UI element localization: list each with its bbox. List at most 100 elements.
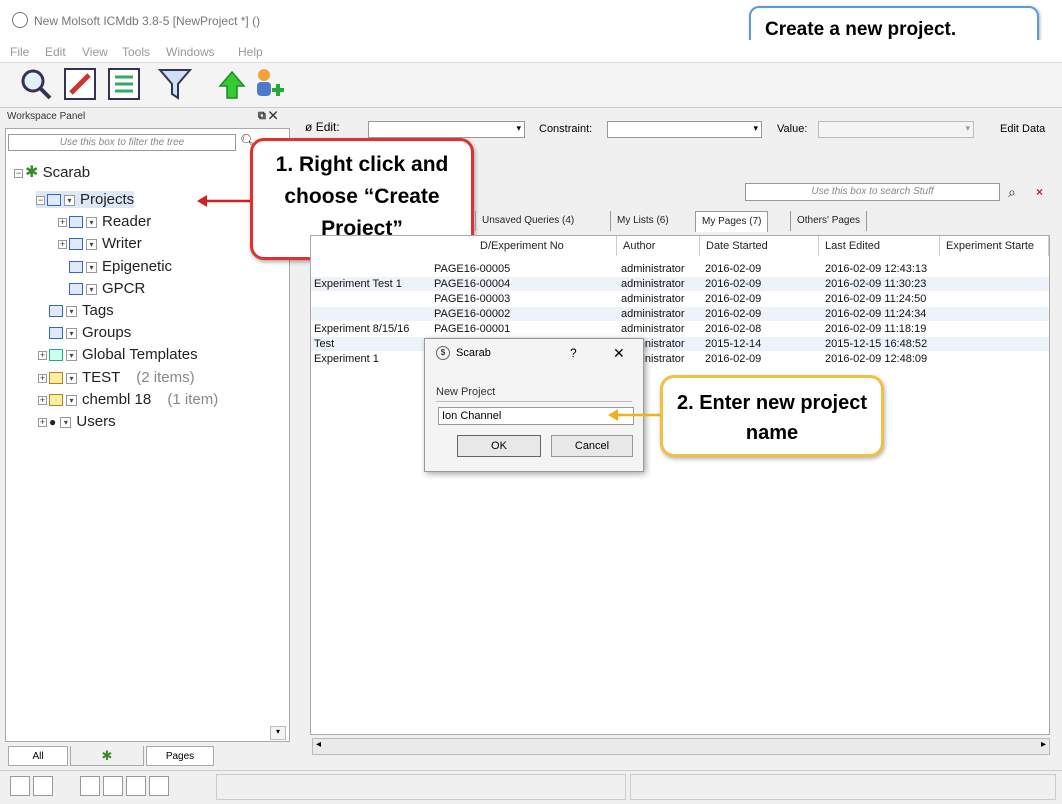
pencil-edit-icon	[64, 68, 96, 100]
tree-item-writer[interactable]: + ▾ Writer	[58, 235, 142, 252]
expand-icon[interactable]: +	[38, 395, 47, 405]
column-header-last-edited[interactable]: Last Edited	[819, 236, 940, 256]
database-icon	[49, 394, 63, 407]
dropdown-icon[interactable]: ▾	[965, 123, 970, 134]
filter-tool-button[interactable]	[157, 66, 193, 102]
menu-windows[interactable]: Windows	[166, 45, 215, 59]
chevron-down-icon[interactable]: ▾	[86, 261, 97, 273]
tab-unsaved-queries[interactable]: Unsaved Queries (4)	[475, 211, 580, 231]
project-name-input[interactable]: Ion Channel	[438, 407, 634, 425]
edit-label: Edit:	[315, 120, 340, 134]
dropdown-icon[interactable]: ▾	[516, 123, 521, 134]
tree-item-chembl[interactable]: + ▾ chembl 18 (1 item)	[38, 391, 218, 408]
cell-author: administrator	[621, 308, 685, 320]
chevron-down-icon[interactable]: ▾	[66, 349, 77, 361]
list-tool-button[interactable]	[106, 66, 142, 102]
chevron-down-icon[interactable]: ▾	[66, 394, 77, 406]
tab-all[interactable]: All	[8, 746, 68, 766]
window-icon[interactable]	[103, 776, 123, 796]
edit-field-select[interactable]: ▾	[368, 121, 525, 138]
tree-item-epigenetic[interactable]: ▾ Epigenetic	[69, 258, 172, 275]
float-panel-icon[interactable]: ⧉ ✕	[258, 110, 277, 123]
tree-item-gpcr[interactable]: ▾ GPCR	[69, 280, 145, 297]
settings-gear-icon[interactable]	[149, 776, 169, 796]
up-arrow-icon	[218, 70, 246, 99]
column-header-author[interactable]: Author	[617, 236, 700, 256]
edit-tool-button[interactable]	[62, 66, 98, 102]
menu-help[interactable]: Help	[238, 45, 263, 59]
chevron-down-icon[interactable]: ▾	[66, 305, 77, 317]
tab-scarab[interactable]: ✱	[70, 746, 144, 766]
globe-icon[interactable]	[33, 776, 53, 796]
dialog-close-button[interactable]: ✕	[613, 345, 625, 362]
tree-item-test[interactable]: + ▾ TEST (2 items)	[38, 369, 195, 386]
tree-item-tags[interactable]: ▾ Tags	[49, 302, 114, 319]
tab-others-pages[interactable]: Others' Pages	[790, 211, 868, 231]
search-tool-button[interactable]	[18, 66, 54, 102]
tab-my-lists[interactable]: My Lists (6)	[610, 211, 675, 231]
chevron-down-icon[interactable]: ▾	[86, 216, 97, 228]
chevron-down-icon[interactable]: ▾	[66, 372, 77, 384]
menu-view[interactable]: View	[82, 45, 108, 59]
funnel-filter-icon	[157, 69, 193, 100]
stuff-search-input[interactable]: Use this box to search Stuff	[745, 183, 1000, 201]
column-header-experiment-started[interactable]: Experiment Starte	[940, 236, 1049, 256]
expand-icon[interactable]: +	[38, 417, 47, 427]
expand-icon[interactable]: +	[38, 350, 47, 360]
cell-author: administrator	[621, 263, 685, 275]
tree-scroll-down-icon[interactable]: ▾	[270, 726, 286, 740]
project-icon	[69, 283, 83, 296]
value-input[interactable]: ▾	[818, 121, 974, 138]
tree-item-users[interactable]: + ● ▾ Users	[38, 413, 116, 430]
table-row[interactable]: PAGE16-00005	[434, 263, 510, 275]
column-header-id[interactable]: D/Experiment No	[474, 236, 617, 256]
chevron-down-icon[interactable]: ▾	[60, 416, 72, 428]
dropdown-icon[interactable]: ▾	[753, 123, 758, 134]
collapse-icon[interactable]: −	[14, 168, 23, 178]
expand-icon[interactable]: +	[38, 373, 47, 383]
tab-pages[interactable]: Pages	[146, 746, 214, 766]
cancel-button[interactable]: Cancel	[551, 435, 633, 457]
tree-item-global-templates[interactable]: + ▾ Global Templates	[38, 346, 198, 363]
expand-icon[interactable]: +	[58, 217, 67, 227]
cell-id: PAGE16-00001	[434, 323, 511, 335]
chevron-down-icon[interactable]: ▾	[64, 194, 75, 206]
cell-date: 2016-02-09	[705, 353, 762, 365]
add-user-tool-button[interactable]	[250, 66, 286, 102]
edit-data-button[interactable]: Edit Data	[1000, 123, 1045, 135]
tab-my-pages[interactable]: My Pages (7)	[695, 211, 769, 232]
tree-item-label: Groups	[82, 324, 132, 341]
tree-view-icon[interactable]	[80, 776, 100, 796]
constraint-select[interactable]: ▾	[607, 121, 762, 138]
expand-icon[interactable]: +	[58, 239, 67, 249]
cell-author: administrator	[621, 323, 685, 335]
tree-item-projects[interactable]: − ▾ Projects	[36, 191, 135, 208]
menu-edit[interactable]: Edit	[45, 45, 66, 59]
clear-icon[interactable]: ø	[305, 120, 312, 134]
tree-item-groups[interactable]: ▾ Groups	[49, 324, 131, 341]
tree-root-scarab[interactable]: − ✱ Scarab	[14, 162, 90, 182]
column-header-date-started[interactable]: Date Started	[700, 236, 819, 256]
tree-item-projects-label: Projects	[80, 191, 135, 208]
scroll-right-icon[interactable]: ▸	[1041, 739, 1046, 750]
upload-tool-button[interactable]	[214, 66, 250, 102]
tree-item-reader[interactable]: + ▾ Reader	[58, 213, 151, 230]
scroll-left-icon[interactable]: ◂	[316, 739, 321, 750]
menu-file[interactable]: File	[10, 45, 29, 59]
stop-icon[interactable]	[10, 776, 30, 796]
chevron-down-icon[interactable]: ▾	[66, 327, 77, 339]
cell-title: Experiment 8/15/16	[314, 323, 410, 335]
cell-edited: 2016-02-09 11:24:50	[825, 293, 927, 305]
tree-item-label: chembl 18	[82, 391, 152, 408]
ok-button[interactable]: OK	[457, 435, 541, 457]
tree-filter-input[interactable]: Use this box to filter the tree	[8, 134, 236, 151]
table-icon[interactable]	[126, 776, 146, 796]
collapse-icon[interactable]: −	[36, 195, 45, 205]
chevron-down-icon[interactable]: ▾	[86, 238, 97, 250]
clear-search-icon[interactable]: ×	[1036, 185, 1043, 199]
dialog-help-button[interactable]: ?	[570, 346, 577, 360]
horizontal-scrollbar[interactable]: ◂ ▸	[312, 738, 1050, 755]
chevron-down-icon[interactable]: ▾	[86, 283, 97, 295]
search-icon[interactable]: ⌕	[1008, 184, 1016, 201]
menu-tools[interactable]: Tools	[122, 45, 150, 59]
